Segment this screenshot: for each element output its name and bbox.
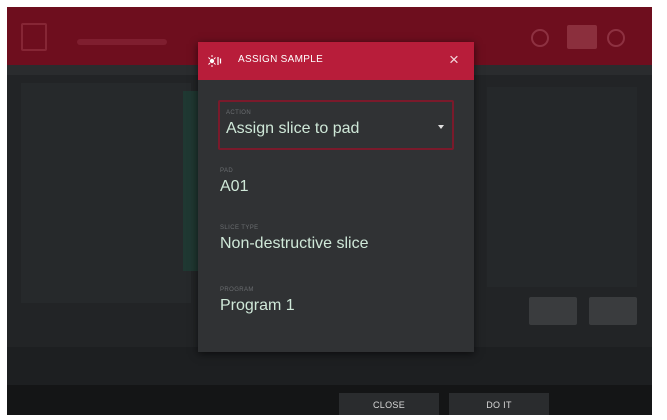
close-button[interactable]: CLOSE (339, 393, 439, 415)
left-panel (21, 83, 191, 303)
slice-type-field[interactable]: Slice Type Non-destructive slice (220, 225, 450, 253)
gear-icon (607, 29, 625, 47)
pad-caption: Pad (220, 168, 234, 174)
action-dropdown[interactable]: Action Assign slice to pad (218, 100, 454, 150)
action-caption: Action (226, 110, 252, 116)
dialog-header: ASSIGN SAMPLE × (198, 42, 474, 80)
slice-icon (208, 54, 222, 68)
bg-button-1 (529, 297, 577, 325)
dialog-title: ASSIGN SAMPLE (238, 54, 324, 65)
slice-type-caption: Slice Type (220, 225, 259, 231)
do-it-button[interactable]: DO IT (449, 393, 549, 415)
program-field[interactable]: Program Program 1 (220, 287, 450, 315)
logo-icon (21, 23, 47, 51)
program-value: Program 1 (220, 297, 295, 314)
search-icon (531, 29, 549, 47)
pad-field[interactable]: Pad A01 (220, 168, 450, 196)
waveform-panel (487, 87, 637, 287)
close-icon[interactable]: × (444, 50, 464, 70)
header-button (567, 25, 597, 49)
assign-sample-dialog: ASSIGN SAMPLE × Action Assign slice to p… (198, 42, 474, 352)
bottom-strip (7, 347, 652, 385)
header-title-placeholder (77, 39, 167, 45)
dropdown-arrow-icon (438, 125, 444, 129)
footer-bar (7, 385, 652, 415)
slice-type-value: Non-destructive slice (220, 235, 369, 252)
action-value: Assign slice to pad (226, 120, 360, 137)
bg-button-2 (589, 297, 637, 325)
pad-value: A01 (220, 178, 249, 195)
program-caption: Program (220, 287, 254, 293)
